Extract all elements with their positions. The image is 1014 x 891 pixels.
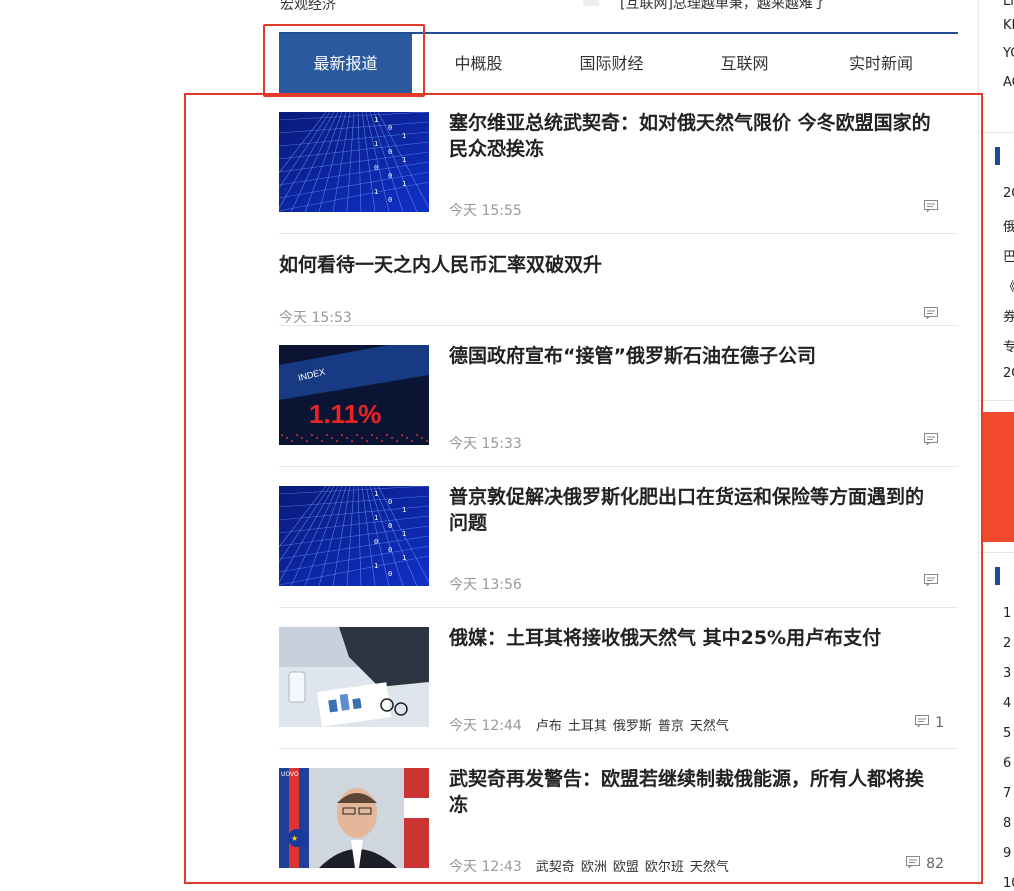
tab-intl-finance[interactable]: 国际财经 [545, 34, 678, 94]
sidebar-item-partial[interactable]: 7 [1003, 786, 1011, 801]
sidebar-item-partial[interactable]: 6 [1003, 756, 1011, 771]
sidebar-item-partial[interactable]: 4 [1003, 696, 1011, 711]
sidebar-item-partial[interactable]: 2C [1003, 186, 1014, 201]
top-mid-link[interactable]: [互联网]总理越单秉，越来越难了 [620, 0, 827, 13]
sidebar-item-partial[interactable]: 8 [1003, 816, 1011, 831]
sidebar-divider [979, 400, 1014, 401]
highlight-box-list [184, 93, 983, 884]
promo-banner[interactable] [981, 412, 1014, 542]
sidebar-item-partial[interactable]: YC [1003, 46, 1014, 61]
sidebar-item-partial[interactable]: 1 [1003, 606, 1011, 621]
top-left-text[interactable]: 宏观经济 [280, 0, 336, 14]
sidebar-item-partial[interactable]: 2C [1003, 366, 1014, 381]
sidebar-item-partial[interactable]: 券 [1003, 306, 1014, 325]
highlight-box-tab [263, 24, 425, 97]
section-marker [995, 567, 1000, 585]
sidebar-item-partial[interactable]: Li [1003, 0, 1014, 9]
sidebar-item-partial[interactable]: 3 [1003, 666, 1011, 681]
sidebar-item-partial[interactable]: 10 [1003, 876, 1014, 891]
sidebar-item-partial[interactable]: 俄 [1003, 216, 1014, 235]
section-marker [995, 147, 1000, 165]
sidebar-item-partial[interactable]: 5 [1003, 726, 1011, 741]
sidebar-item-partial[interactable]: AC [1003, 75, 1014, 90]
sidebar-item-partial[interactable]: 专 [1003, 336, 1014, 355]
sidebar-item-partial[interactable]: 2 [1003, 636, 1011, 651]
tab-internet[interactable]: 互联网 [678, 34, 811, 94]
top-strip: 宏观经济 [互联网]总理越单秉，越来越难了 [0, 0, 1014, 14]
sidebar-item-partial[interactable]: KN [1003, 18, 1014, 33]
sidebar-item-partial[interactable]: 《 [1003, 276, 1014, 295]
sidebar-item-partial[interactable]: 巴 [1003, 246, 1014, 265]
sidebar-item-partial[interactable]: 9 [1003, 846, 1011, 861]
tab-realtime[interactable]: 实时新闻 [811, 34, 951, 94]
tab-china-concept[interactable]: 中概股 [412, 34, 545, 94]
top-mid-icon [583, 0, 599, 6]
right-sidebar-partial: Li KN YC AC 2C 俄巴《券专 2C 1 2 3 4 5 6 7 8 9 10 [978, 0, 1014, 891]
sidebar-divider [979, 552, 1014, 553]
sidebar-divider [979, 132, 1014, 133]
